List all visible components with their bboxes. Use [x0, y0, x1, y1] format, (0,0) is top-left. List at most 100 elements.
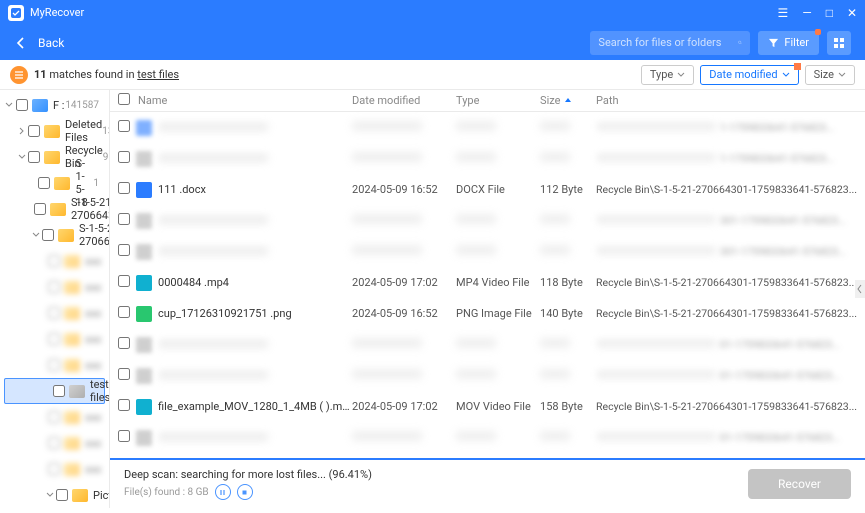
tree-item[interactable]: S-1-5-181	[0, 170, 109, 196]
file-name	[158, 245, 352, 259]
file-row[interactable]: 1-1759833641-576823...	[110, 112, 865, 143]
col-type[interactable]: Type	[456, 94, 540, 107]
back-button[interactable]: Back	[14, 36, 64, 50]
tree-item[interactable]: test files11	[4, 378, 105, 404]
sort-date-button[interactable]: Date modified	[700, 65, 798, 85]
file-size	[540, 152, 596, 165]
tree-checkbox[interactable]	[48, 411, 60, 423]
tree-checkbox[interactable]	[48, 333, 60, 345]
row-checkbox[interactable]	[118, 120, 130, 132]
file-row[interactable]: 01-1759833641-576823...	[110, 329, 865, 360]
tree-checkbox[interactable]	[48, 359, 60, 371]
sort-size-button[interactable]: Size	[805, 65, 855, 85]
file-path: Recycle Bin\S-1-5-21-270664301-175983364…	[596, 400, 865, 413]
tree-checkbox[interactable]	[56, 489, 68, 501]
search-box[interactable]	[590, 31, 750, 55]
pause-button[interactable]	[215, 484, 231, 500]
col-path[interactable]: Path	[596, 94, 865, 107]
row-checkbox[interactable]	[118, 275, 130, 287]
stop-button[interactable]	[237, 484, 253, 500]
tree-checkbox[interactable]	[34, 203, 46, 215]
search-input[interactable]	[598, 36, 738, 49]
file-size	[540, 431, 596, 444]
maximize-icon[interactable]: □	[826, 6, 833, 20]
file-row[interactable]: 111 .docx2024-05-09 16:52DOCX File112 By…	[110, 174, 865, 205]
tree-checkbox[interactable]	[28, 151, 40, 163]
row-checkbox[interactable]	[118, 244, 130, 256]
file-path: 01-1759833641-576823...	[596, 369, 865, 382]
file-row[interactable]: 1-1759833641-576823...	[110, 143, 865, 174]
recover-button[interactable]: Recover	[748, 469, 851, 499]
tree-checkbox[interactable]	[48, 281, 60, 293]
file-type: PNG Image File	[456, 307, 540, 320]
tree-item[interactable]: Pictures190	[0, 482, 109, 508]
row-checkbox[interactable]	[118, 306, 130, 318]
tree-checkbox[interactable]	[53, 385, 65, 397]
file-path: 301-1759833641-576823...	[596, 245, 865, 258]
file-type	[456, 121, 540, 134]
file-row[interactable]: file_example_MOV_1280_1_4MB ( ).mov2024-…	[110, 391, 865, 422]
row-checkbox[interactable]	[118, 337, 130, 349]
file-size: 158 Byte	[540, 400, 596, 413]
file-row[interactable]: cup_17126310921751 .png2024-05-09 16:52P…	[110, 298, 865, 329]
file-row[interactable]: 01-1759833641-576823...	[110, 422, 865, 453]
sort-type-button[interactable]: Type	[641, 65, 694, 85]
row-checkbox[interactable]	[118, 182, 130, 194]
file-date	[352, 431, 456, 444]
col-date[interactable]: Date modified	[352, 94, 456, 107]
tree-item[interactable]: xxx	[0, 456, 109, 482]
grid-view-button[interactable]	[827, 31, 851, 55]
expand-icon[interactable]	[4, 101, 14, 109]
sidebar: F :141587Deleted Files131057Recycle Bin9…	[0, 90, 110, 508]
tree-item[interactable]: Deleted Files131057	[0, 118, 109, 144]
tree-count: 141587	[65, 100, 105, 111]
tree-checkbox[interactable]	[48, 437, 60, 449]
tree-item[interactable]: F :141587	[0, 92, 109, 118]
tree-item[interactable]: xxx	[0, 248, 109, 274]
tree-item[interactable]: xxx	[0, 326, 109, 352]
chevron-down-icon	[838, 71, 846, 79]
tree-label: Pictures	[93, 489, 110, 502]
file-row[interactable]: 0000484 .mp42024-05-09 17:02MP4 Video Fi…	[110, 267, 865, 298]
expand-icon[interactable]	[18, 153, 26, 161]
row-checkbox[interactable]	[118, 213, 130, 225]
select-all-checkbox[interactable]	[118, 93, 130, 105]
file-row[interactable]: 301-1759833641-576823...	[110, 236, 865, 267]
expand-icon[interactable]	[46, 491, 54, 499]
tree-label: F :	[53, 99, 64, 112]
collapse-panel-button[interactable]	[855, 280, 865, 298]
row-checkbox[interactable]	[118, 368, 130, 380]
expand-icon[interactable]	[18, 127, 26, 135]
row-checkbox[interactable]	[118, 399, 130, 411]
expand-icon[interactable]	[32, 231, 40, 239]
tree-checkbox[interactable]	[48, 307, 60, 319]
col-name[interactable]: Name	[132, 94, 352, 107]
tree-item[interactable]: S-1-5-21-2706643...1	[0, 196, 109, 222]
tree-item[interactable]: xxx	[0, 430, 109, 456]
folder-icon	[64, 359, 80, 372]
file-row[interactable]: 01-1759833641-576823...	[110, 360, 865, 391]
tree-checkbox[interactable]	[16, 99, 28, 111]
file-type-icon	[136, 306, 152, 322]
file-row[interactable]: 301-1759833641-576823...	[110, 205, 865, 236]
menu-icon[interactable]: ☰	[778, 6, 789, 20]
file-type-icon	[136, 430, 152, 446]
minimize-icon[interactable]: —	[802, 6, 811, 20]
column-header: Name Date modified Type Size Path	[110, 90, 865, 112]
tree-item[interactable]: xxx	[0, 274, 109, 300]
tree-checkbox[interactable]	[38, 177, 50, 189]
row-checkbox[interactable]	[118, 430, 130, 442]
tree-checkbox[interactable]	[48, 255, 60, 267]
row-checkbox[interactable]	[118, 151, 130, 163]
tree-checkbox[interactable]	[48, 463, 60, 475]
tree-item[interactable]: xxx	[0, 352, 109, 378]
tree-checkbox[interactable]	[42, 229, 54, 241]
filter-button[interactable]: Filter	[758, 31, 819, 55]
tree-item[interactable]: S-1-5-21-2706643...9531	[0, 222, 109, 248]
tree-item[interactable]: xxx	[0, 404, 109, 430]
col-size[interactable]: Size	[540, 94, 596, 107]
file-name: cup_17126310921751 .png	[158, 307, 352, 320]
close-icon[interactable]: ✕	[847, 6, 857, 20]
tree-item[interactable]: xxx	[0, 300, 109, 326]
tree-checkbox[interactable]	[28, 125, 40, 137]
